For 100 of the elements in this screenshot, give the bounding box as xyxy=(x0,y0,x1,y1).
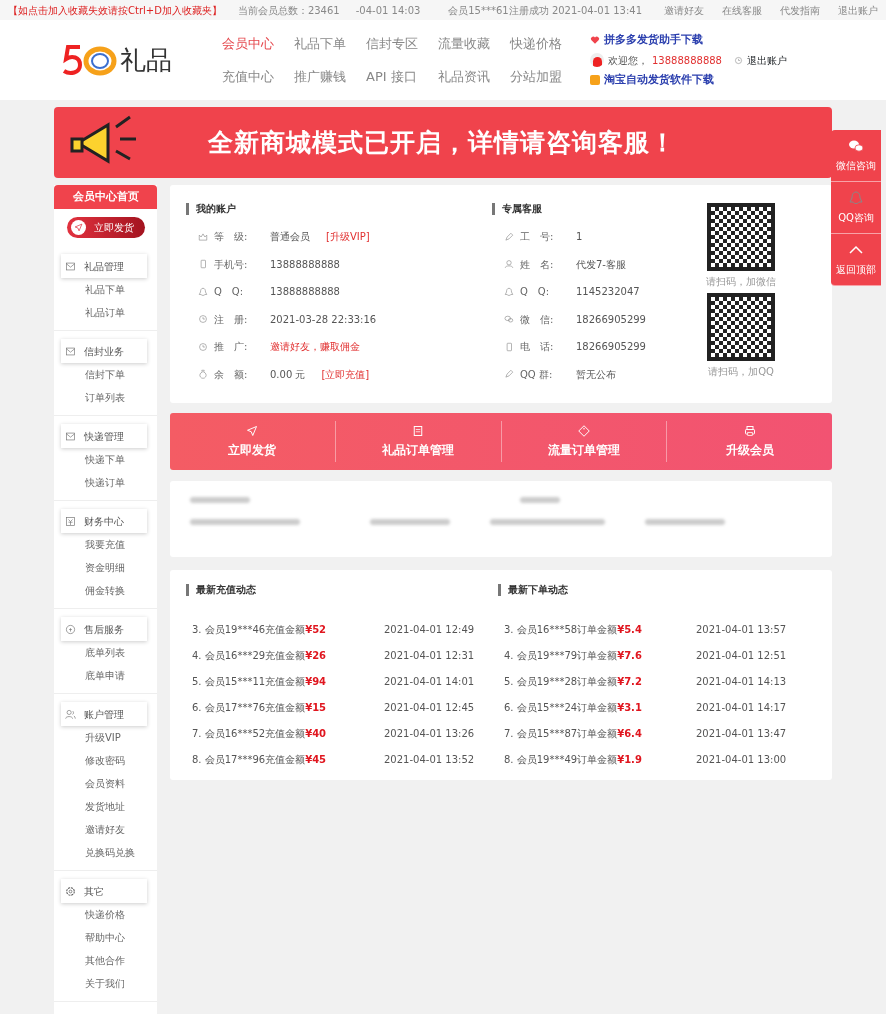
section-title: 最新下单动态 xyxy=(498,584,810,596)
amount-text: ¥1.9 xyxy=(617,753,642,765)
sidebar-item[interactable]: 升级VIP xyxy=(69,726,157,749)
sidebar-item[interactable]: 发货地址 xyxy=(69,795,157,818)
sidebar-item[interactable]: 礼品下单 xyxy=(69,278,157,301)
nav-link[interactable]: 分站加盟 xyxy=(510,67,582,87)
top-link[interactable]: 代发指南 xyxy=(780,2,820,18)
nav-link[interactable]: API 接口 xyxy=(366,67,438,87)
field-label: 等 级: xyxy=(214,230,249,245)
feed-time: 2021-04-01 14:17 xyxy=(696,700,787,715)
float-button[interactable]: QQ咨询 xyxy=(831,182,881,234)
sidebar-item[interactable]: 快递价格 xyxy=(69,903,157,926)
action-button[interactable]: 流量订单管理 xyxy=(501,421,668,462)
field-label: 电 话: xyxy=(520,340,555,355)
sidebar-group-header[interactable]: 礼品管理 xyxy=(61,254,147,278)
nav-link[interactable]: 礼品资讯 xyxy=(438,67,510,87)
nav-link[interactable]: 会员中心 xyxy=(222,33,294,53)
sidebar-item[interactable]: 会员资料 xyxy=(69,772,157,795)
sidebar-item[interactable]: 兑换码兑换 xyxy=(69,841,157,864)
pen-icon xyxy=(504,369,514,380)
nav-link[interactable]: 推广赚钱 xyxy=(294,67,366,87)
field-value: 18266905299 xyxy=(576,312,646,327)
sidebar-item[interactable]: 底单列表 xyxy=(69,641,157,664)
sidebar-item[interactable]: 帮助中心 xyxy=(69,926,157,949)
sidebar-item[interactable]: 佣金转换 xyxy=(69,579,157,602)
float-button[interactable]: 微信咨询 xyxy=(831,130,881,182)
amount-text: ¥7.2 xyxy=(617,675,642,687)
sidebar-item[interactable]: 底单申请 xyxy=(69,664,157,687)
nav-link[interactable]: 礼品下单 xyxy=(294,33,366,53)
phone-icon xyxy=(198,259,208,270)
sidebar-home-link[interactable]: 会员中心首页 xyxy=(54,185,157,209)
float-button[interactable]: 返回顶部 xyxy=(831,234,881,286)
sidebar-group-header[interactable]: 售后服务 xyxy=(61,617,147,641)
section-title: 专属客服 xyxy=(492,203,702,215)
sidebar-item[interactable]: 关于我们 xyxy=(69,972,157,995)
feed-text: 4. 会员19***79订单金额¥7.6 xyxy=(504,648,643,663)
download-link[interactable]: 拼多多发货助手下载 xyxy=(604,32,703,49)
logout-link[interactable]: 退出账户 xyxy=(747,52,787,68)
sidebar-group-header[interactable]: 信封业务 xyxy=(61,339,147,363)
ship-now-button[interactable]: 立即发货 xyxy=(66,217,145,238)
field-value: 邀请好友，赚取佣金 xyxy=(270,340,360,355)
feed-text: 4. 会员16***29充值金额¥26 xyxy=(192,648,328,663)
top-link[interactable]: 在线客服 xyxy=(722,2,762,18)
feed-time: 2021-04-01 14:01 xyxy=(384,674,475,689)
field-link[interactable]: [立即充值] xyxy=(321,366,370,382)
top-link[interactable]: 邀请好友 xyxy=(664,2,704,18)
sidebar-group-header[interactable]: 其它 xyxy=(61,879,147,903)
crown-icon xyxy=(198,231,208,242)
qr-caption: 请扫码，加QQ xyxy=(708,365,774,379)
sidebar-item[interactable]: 资金明细 xyxy=(69,556,157,579)
sidebar-group-header[interactable]: 快递管理 xyxy=(61,424,147,448)
sidebar-group-header[interactable]: 账户管理 xyxy=(61,702,147,726)
amount-text: ¥26 xyxy=(305,649,327,661)
amount-text: ¥6.4 xyxy=(617,727,642,739)
section-title: 我的账户 xyxy=(186,203,492,215)
feed-time: 2021-04-01 12:31 xyxy=(384,648,475,663)
amount-text: ¥40 xyxy=(305,727,327,739)
action-button[interactable]: 升级会员 xyxy=(667,421,832,462)
sidebar-item[interactable]: 邀请好友 xyxy=(69,818,157,841)
sidebar-item[interactable]: 快递订单 xyxy=(69,471,157,494)
sidebar-item[interactable]: 礼品订单 xyxy=(69,301,157,324)
phone-icon xyxy=(504,341,514,352)
amount-text: ¥3.1 xyxy=(617,701,642,713)
sidebar-group-header[interactable]: 财务中心 xyxy=(61,509,147,533)
field-label: QQ 群: xyxy=(520,367,554,382)
signup-notice: 会员15***61注册成功 2021-04-01 13:41 xyxy=(448,3,642,18)
sidebar-item[interactable]: 修改密码 xyxy=(69,749,157,772)
nav-link[interactable]: 快递价格 xyxy=(510,33,582,53)
field-link[interactable]: [升级VIP] xyxy=(326,229,370,245)
envelope-icon xyxy=(65,430,76,442)
field-label: 姓 名: xyxy=(520,257,555,272)
field-value: 暂无公布 xyxy=(576,367,616,382)
download-link[interactable]: 淘宝自动发货软件下载 xyxy=(604,71,714,88)
sidebar-item[interactable]: 我要充值 xyxy=(69,533,157,556)
logo[interactable]: 礼品 xyxy=(62,40,222,80)
field-label: 余 额: xyxy=(214,367,249,382)
printer-icon xyxy=(743,424,756,437)
field-value: 13888888888 xyxy=(270,257,340,272)
user-icon xyxy=(504,259,514,270)
nav-link[interactable]: 充值中心 xyxy=(222,67,294,87)
field-value: 普通会员 xyxy=(270,230,310,245)
sidebar-item[interactable]: 订单列表 xyxy=(69,386,157,409)
nav-link[interactable]: 信封专区 xyxy=(366,33,438,53)
top-link[interactable]: 退出账户 xyxy=(838,2,878,18)
field-label: 手机号: xyxy=(214,257,249,272)
sidebar-item[interactable]: 其他合作 xyxy=(69,949,157,972)
field-label: 微 信: xyxy=(520,312,555,327)
feed-text: 3. 会员16***58订单金额¥5.4 xyxy=(504,622,643,637)
nav-link[interactable]: 流量收藏 xyxy=(438,33,510,53)
sidebar-item[interactable]: 信封下单 xyxy=(69,363,157,386)
feed-text: 7. 会员16***52充值金额¥40 xyxy=(192,726,328,741)
clock-icon xyxy=(198,341,208,352)
notice-text[interactable]: 【如点击加入收藏失效请按Ctrl+D加入收藏夹】 xyxy=(8,2,222,18)
sidebar-item[interactable]: 快递下单 xyxy=(69,448,157,471)
field-label: 推 广: xyxy=(214,340,249,355)
promo-banner: 全新商城模式已开启，详情请咨询客服！ xyxy=(54,107,832,178)
field-label: Q Q: xyxy=(214,285,245,300)
field-label: 工 号: xyxy=(520,230,555,245)
feed-time: 2021-04-01 13:26 xyxy=(384,726,475,741)
action-button[interactable]: 礼品订单管理 xyxy=(335,421,502,462)
